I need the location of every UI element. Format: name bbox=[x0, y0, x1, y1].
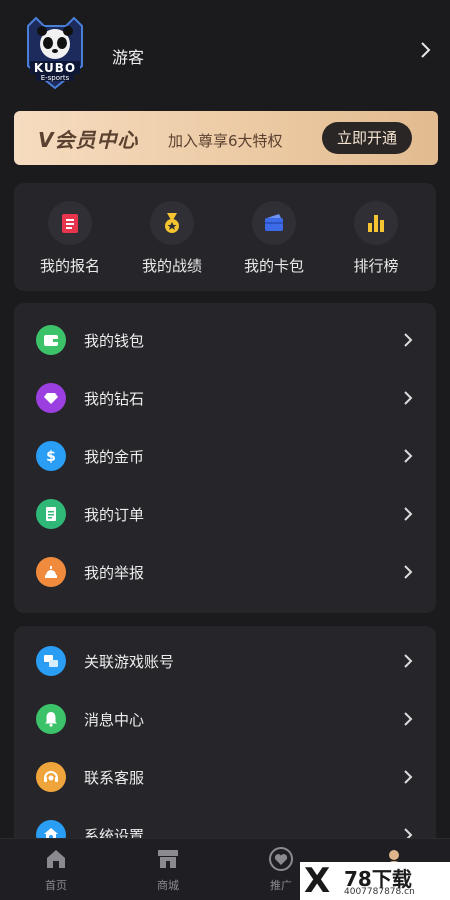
username[interactable]: 游客 bbox=[112, 44, 144, 68]
vip-open-button[interactable]: 立即开通 bbox=[322, 122, 412, 154]
menu-item-orders[interactable]: 我的订单 bbox=[14, 485, 436, 543]
menu-item-messages[interactable]: 消息中心 bbox=[14, 690, 436, 748]
menu-item-wallet[interactable]: 我的钱包 bbox=[14, 311, 436, 369]
tab-home[interactable]: 首页 bbox=[0, 839, 112, 900]
home-icon bbox=[47, 850, 65, 868]
card-wallet-icon bbox=[252, 201, 296, 245]
menu-label: 我的钱包 bbox=[84, 332, 145, 350]
menu-label: 我的金币 bbox=[84, 448, 145, 466]
chevron-right-icon bbox=[404, 449, 413, 463]
tab-label: 商城 bbox=[157, 879, 179, 892]
tab-label: 首页 bbox=[45, 879, 67, 892]
chevron-right-icon bbox=[404, 507, 413, 521]
quick-actions: 我的报名 我的战绩 我的卡包 排行榜 bbox=[14, 183, 436, 291]
wallet-menu-panel: 我的钱包 我的钻石 $ 我的金币 我的订单 我的举报 bbox=[14, 303, 436, 613]
watermark-78xiazai: X 78下载 4007787878.cn bbox=[300, 862, 450, 900]
menu-item-report[interactable]: 我的举报 bbox=[14, 543, 436, 601]
link-account-icon bbox=[36, 646, 66, 676]
menu-item-coins[interactable]: $ 我的金币 bbox=[14, 427, 436, 485]
bell-icon bbox=[36, 704, 66, 734]
diamond-icon bbox=[36, 383, 66, 413]
settings-menu-panel: 关联游戏账号 消息中心 联系客服 系统设置 bbox=[14, 626, 436, 866]
menu-label: 我的订单 bbox=[84, 506, 145, 524]
wallet-icon bbox=[36, 325, 66, 355]
quick-label: 排行榜 bbox=[353, 257, 399, 275]
headset-icon bbox=[36, 762, 66, 792]
report-icon bbox=[36, 557, 66, 587]
menu-label: 关联游戏账号 bbox=[84, 653, 175, 671]
chevron-right-icon bbox=[404, 770, 413, 784]
menu-item-customer-service[interactable]: 联系客服 bbox=[14, 748, 436, 806]
medal-icon bbox=[150, 201, 194, 245]
quick-ranking[interactable]: 排行榜 bbox=[326, 183, 426, 291]
menu-item-diamond[interactable]: 我的钻石 bbox=[14, 369, 436, 427]
svg-text:$: $ bbox=[46, 449, 56, 464]
profile-header[interactable]: KUBO E-sports 游客 bbox=[0, 0, 450, 105]
menu-label: 联系客服 bbox=[84, 769, 145, 787]
heart-icon bbox=[269, 847, 293, 871]
dollar-icon: $ bbox=[36, 441, 66, 471]
quick-label: 我的战绩 bbox=[141, 257, 202, 275]
bar-chart-icon bbox=[354, 201, 398, 245]
chevron-right-icon bbox=[404, 391, 413, 405]
quick-label: 我的卡包 bbox=[243, 257, 304, 275]
quick-cards[interactable]: 我的卡包 bbox=[224, 183, 324, 291]
quick-signup[interactable]: 我的报名 bbox=[20, 183, 120, 291]
menu-label: 消息中心 bbox=[84, 711, 145, 729]
logo-subtext: E-sports bbox=[40, 74, 70, 82]
menu-label: 我的钻石 bbox=[84, 390, 145, 408]
chevron-right-icon bbox=[404, 333, 413, 347]
watermark-url: 4007787878.cn bbox=[344, 887, 415, 897]
quick-label: 我的报名 bbox=[39, 257, 100, 275]
menu-label: 我的举报 bbox=[84, 564, 145, 582]
vip-banner[interactable]: V会员中心 加入尊享6大特权 立即开通 bbox=[14, 111, 438, 165]
watermark-x-logo: X bbox=[304, 861, 331, 900]
chevron-right-icon bbox=[404, 654, 413, 668]
vip-title: V会员中心 bbox=[38, 128, 139, 152]
chevron-right-icon bbox=[404, 712, 413, 726]
signup-clipboard-icon bbox=[48, 201, 92, 245]
quick-record[interactable]: 我的战绩 bbox=[122, 183, 222, 291]
menu-item-link-account[interactable]: 关联游戏账号 bbox=[14, 632, 436, 690]
vip-subtitle: 加入尊享6大特权 bbox=[168, 132, 283, 150]
logo-text: KUBO bbox=[33, 61, 77, 75]
chevron-right-icon bbox=[404, 565, 413, 579]
chevron-right-icon[interactable] bbox=[418, 40, 432, 60]
shop-icon bbox=[158, 850, 178, 868]
tab-shop[interactable]: 商城 bbox=[112, 839, 224, 900]
document-icon bbox=[36, 499, 66, 529]
